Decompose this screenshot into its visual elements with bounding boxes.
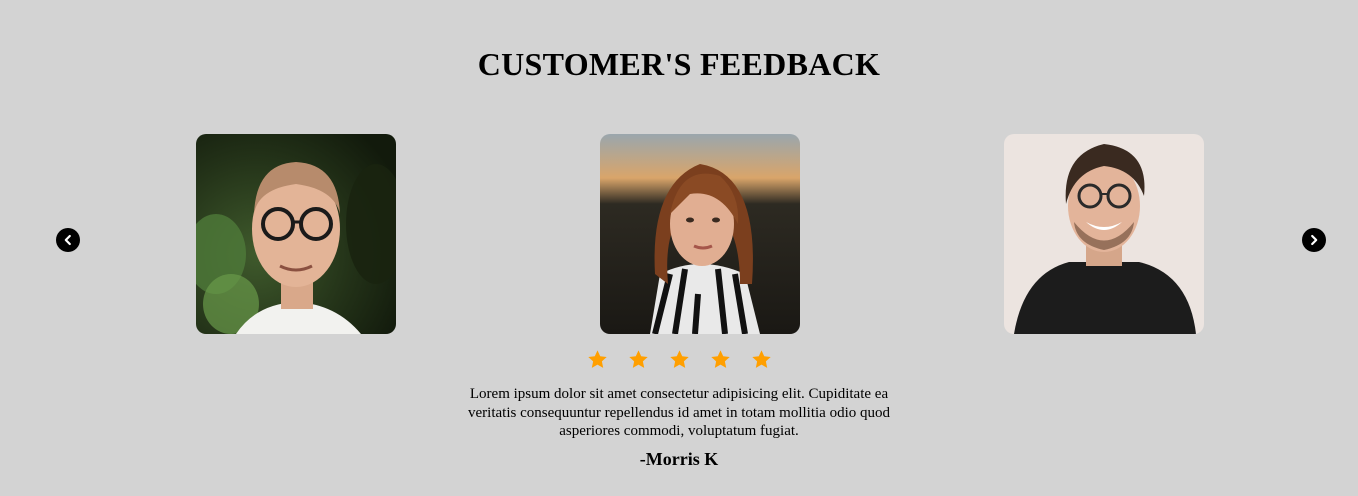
customer-photo-3 (1004, 134, 1204, 334)
rating-stars (0, 349, 1358, 370)
customer-photo-1 (196, 134, 396, 334)
review-text: Lorem ipsum dolor sit amet consectetur a… (468, 386, 890, 439)
chevron-left-icon (64, 234, 71, 246)
star-icon (628, 350, 648, 368)
woman-striped-shirt-photo (600, 134, 800, 334)
chevron-right-icon (1311, 234, 1318, 246)
page-title: CUSTOMER'S FEEDBACK (477, 46, 881, 82)
star-icon (710, 350, 730, 368)
star-icon (669, 350, 689, 368)
prev-button[interactable] (56, 228, 80, 252)
man-glasses-outdoor-photo (196, 134, 396, 334)
star-icon (751, 350, 771, 368)
next-button[interactable] (1302, 228, 1326, 252)
review-author: -Morris K (639, 449, 719, 469)
customer-photo-2 (600, 134, 800, 334)
star-icon (587, 350, 607, 368)
man-glasses-black-tshirt-photo (1004, 134, 1204, 334)
